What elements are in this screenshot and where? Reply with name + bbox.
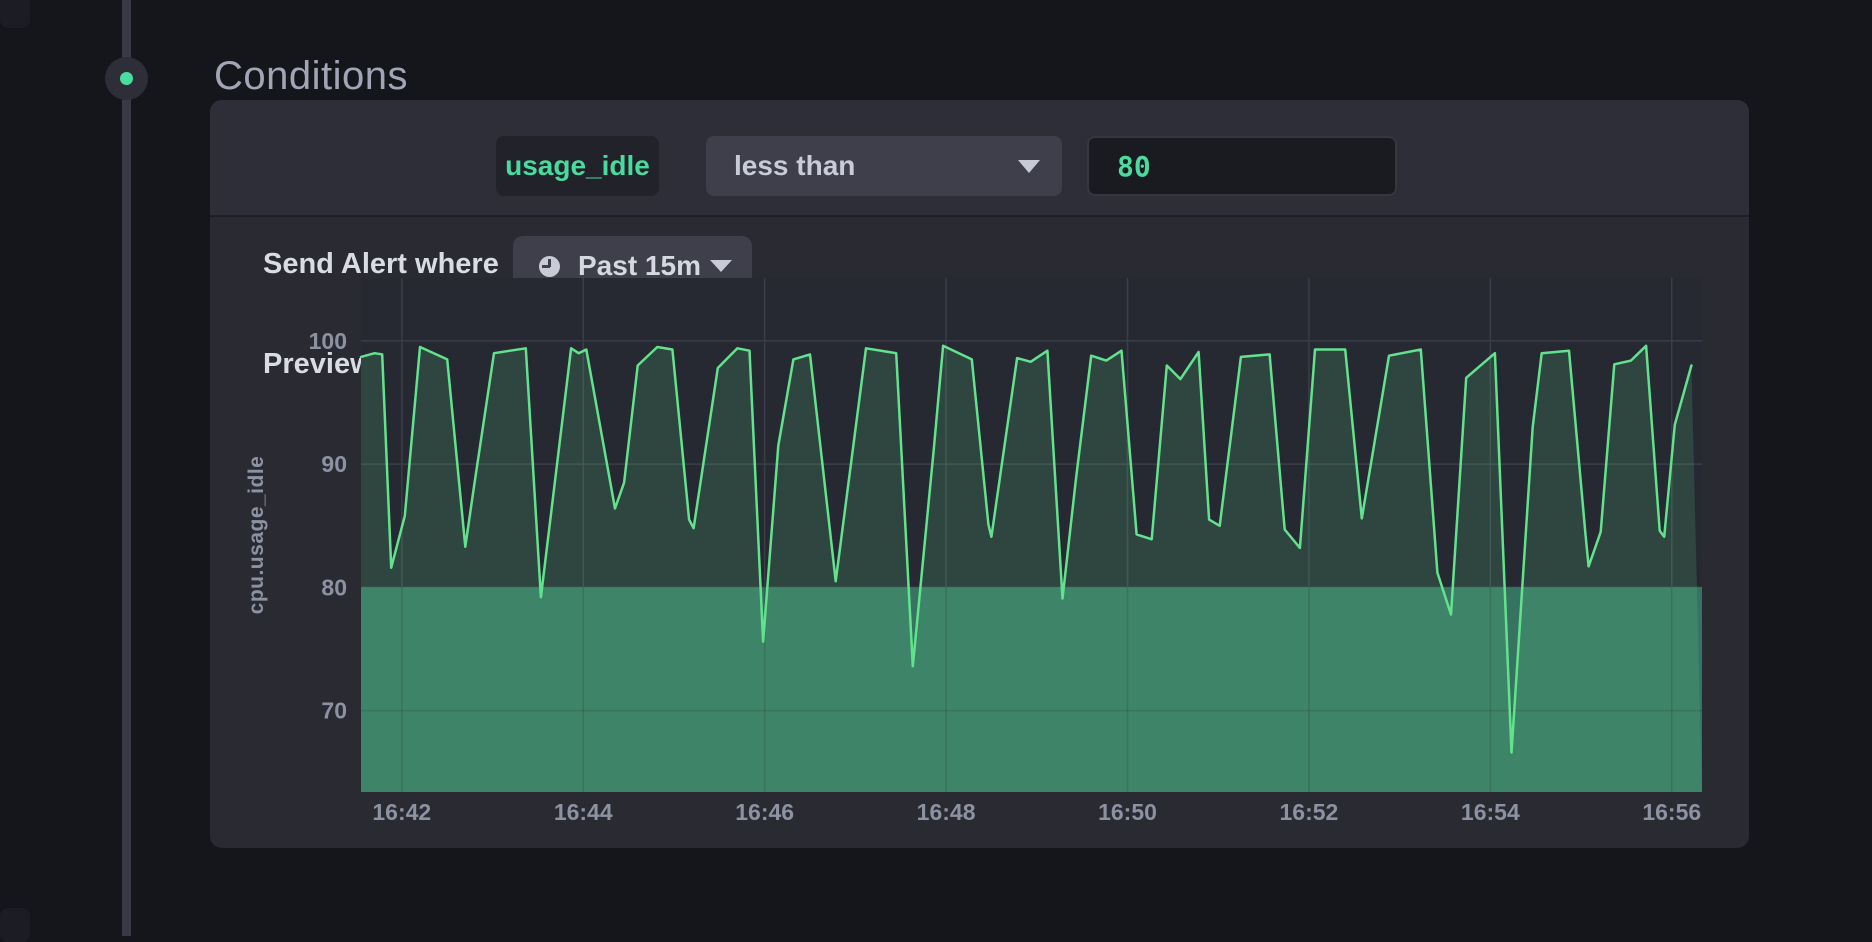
- operator-dropdown[interactable]: less than: [706, 136, 1062, 196]
- conditions-panel: Send Alert where usage_idle is less than…: [210, 100, 1749, 848]
- time-range-dropdown[interactable]: Past 15m: [513, 236, 752, 296]
- time-range-value: Past 15m: [578, 250, 701, 282]
- background-corner-tile: [0, 0, 30, 28]
- preview-data-from-label: Preview Data from: [263, 348, 516, 381]
- operator-dropdown-value: less than: [734, 150, 855, 182]
- y-axis-title: cpu.usage_idle: [245, 456, 269, 615]
- timeline-node: [105, 57, 148, 100]
- timeline-rail: [122, 0, 131, 936]
- background-corner-tile: [0, 908, 30, 942]
- timeline-node-dot-icon: [120, 72, 133, 85]
- threshold-value-input[interactable]: [1087, 136, 1397, 196]
- chevron-down-icon: [710, 260, 732, 272]
- condition-row: Send Alert where usage_idle is less than: [210, 100, 1749, 217]
- clock-icon: [539, 256, 560, 277]
- send-alert-where-label: Send Alert where: [263, 248, 499, 281]
- chevron-down-icon: [1018, 160, 1040, 173]
- field-badge[interactable]: usage_idle: [496, 136, 659, 196]
- section-heading: Conditions: [214, 54, 408, 99]
